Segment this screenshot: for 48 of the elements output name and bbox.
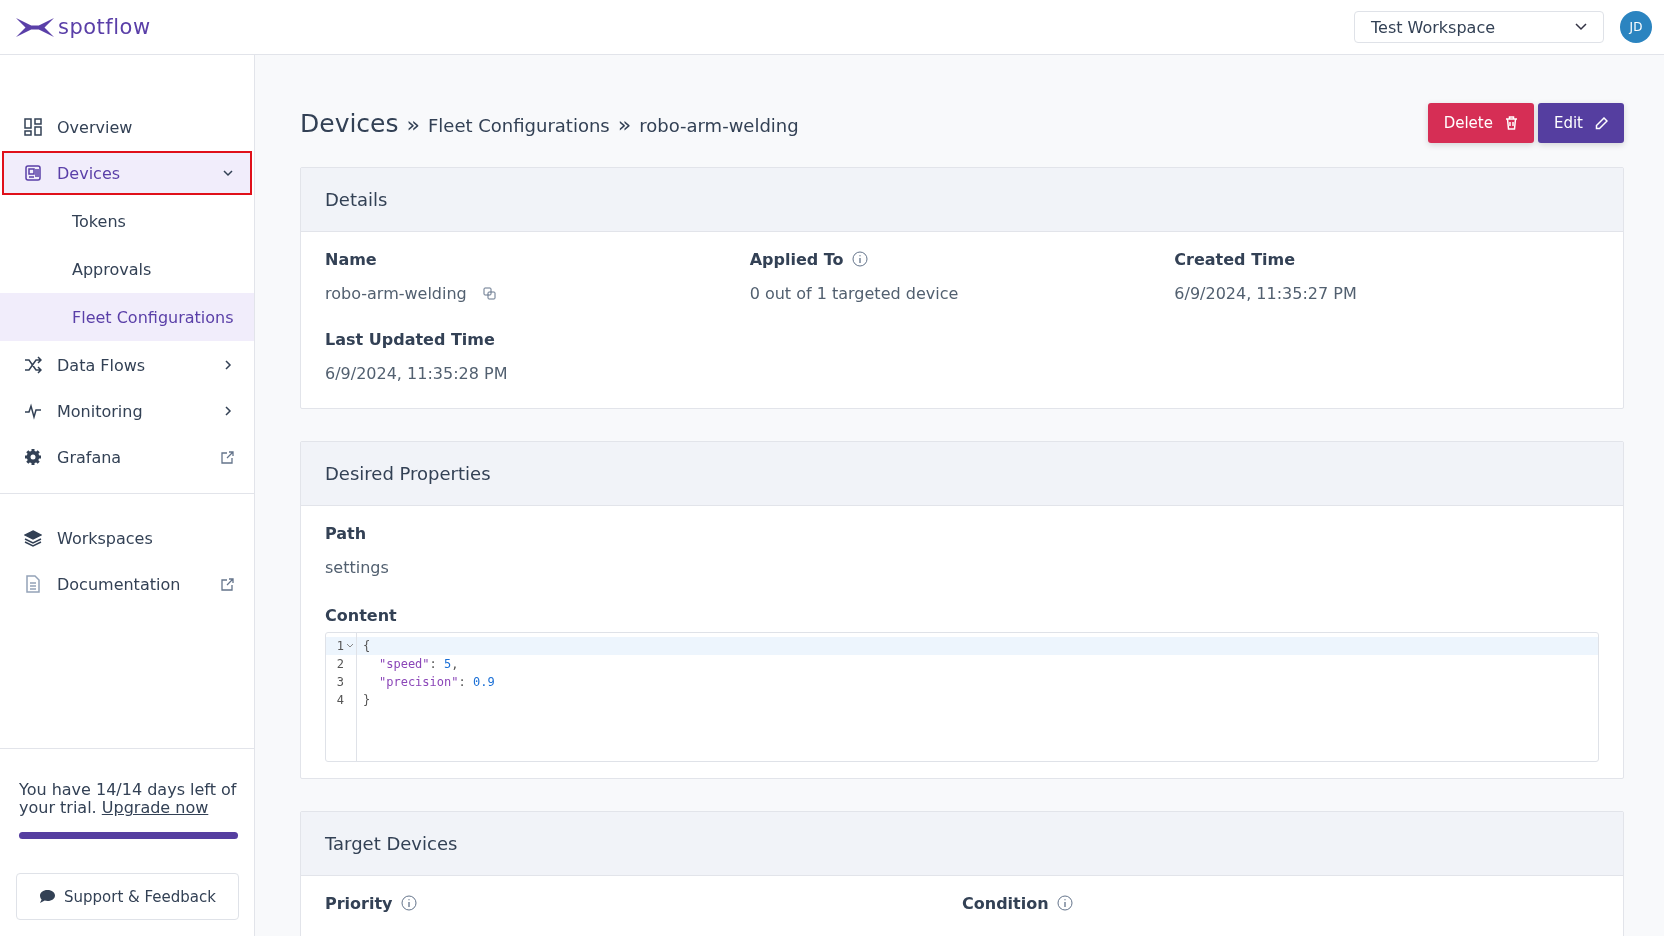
sidebar-item[interactable]: Overview xyxy=(2,105,252,149)
field-label: Created Time xyxy=(1174,249,1296,269)
field-value: robo-arm-welding xyxy=(325,283,467,303)
sidebar-item[interactable]: Documentation xyxy=(2,562,252,606)
upgrade-link[interactable]: Upgrade now xyxy=(101,798,209,817)
line-number: 4 xyxy=(336,693,344,707)
sidebar-subitem[interactable]: Fleet Configurations xyxy=(0,293,254,341)
field-label: Priority xyxy=(325,893,393,913)
page-title[interactable]: Devices xyxy=(300,108,399,138)
code-line: } xyxy=(363,693,371,707)
sidebar-subitem[interactable]: Approvals xyxy=(0,245,254,293)
breadcrumb[interactable]: Fleet Configurations xyxy=(428,114,610,136)
line-number: 1 xyxy=(336,639,344,653)
field-value: 0 out of 1 targeted device xyxy=(749,283,959,303)
sidebar-item[interactable]: Monitoring xyxy=(2,389,252,433)
card-title: Desired Properties xyxy=(325,463,491,484)
breadcrumb-separator: » xyxy=(406,111,420,137)
delete-button[interactable]: Delete xyxy=(1427,103,1534,143)
field-value: settings xyxy=(325,557,389,577)
field-value: 6/9/2024, 11:35:28 PM xyxy=(325,363,508,383)
sidebar-subitem[interactable]: Tokens xyxy=(0,197,254,245)
card-title: Target Devices xyxy=(325,833,458,854)
field-label: Last Updated Time xyxy=(325,329,495,349)
breadcrumb[interactable]: robo-arm-welding xyxy=(639,114,799,136)
sidebar-item[interactable]: Devices xyxy=(2,151,252,195)
sidebar-item[interactable]: Grafana xyxy=(2,435,252,479)
field-label: Name xyxy=(325,249,377,269)
card-title: Details xyxy=(325,189,388,210)
code-line: "speed": 5, xyxy=(378,657,459,671)
edit-button[interactable]: Edit xyxy=(1537,103,1624,143)
sidebar-item[interactable]: Workspaces xyxy=(2,516,252,560)
field-label: Path xyxy=(325,523,367,543)
trial-message: You have 14/14 days left of your trial. Upgrade now xyxy=(19,781,238,817)
logo-text: spotflow xyxy=(58,15,151,39)
line-number: 3 xyxy=(336,675,344,689)
field-value: 6/9/2024, 11:35:27 PM xyxy=(1174,283,1357,303)
field-label: Applied To xyxy=(749,249,844,269)
code-editor[interactable]: 1 2 3 4 { "speed": 5, "precision": 0.9 } xyxy=(325,632,1599,762)
user-avatar[interactable]: JD xyxy=(1620,11,1652,43)
support-button[interactable]: Support & Feedback xyxy=(16,873,239,920)
code-line: { xyxy=(363,639,371,653)
line-number: 2 xyxy=(336,657,344,671)
breadcrumb-separator: » xyxy=(617,111,632,137)
field-label: Content xyxy=(325,605,397,625)
sidebar-item[interactable]: Data Flows xyxy=(2,343,252,387)
field-label: Condition xyxy=(962,893,1049,913)
workspace-dropdown[interactable]: Test Workspace xyxy=(1354,11,1604,43)
code-line: "precision": 0.9 xyxy=(378,675,495,689)
